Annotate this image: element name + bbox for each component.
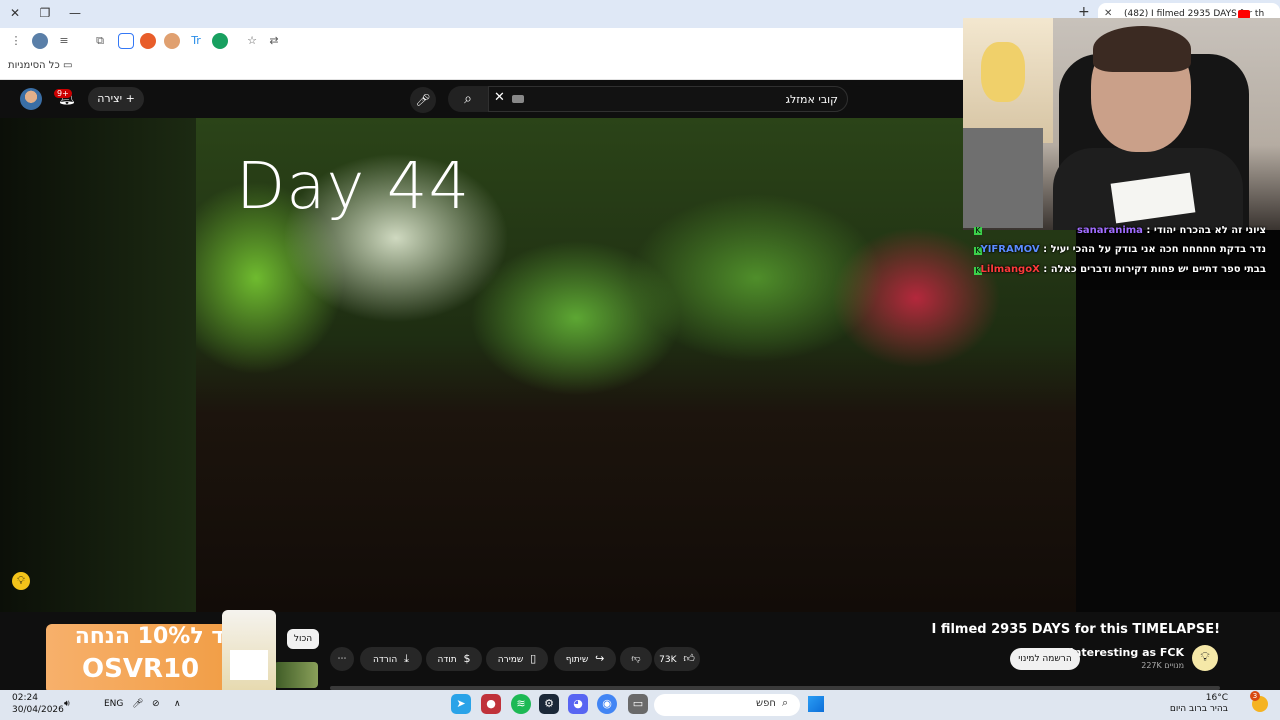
extension-translate-icon[interactable]: Tr: [188, 33, 204, 49]
channel-name[interactable]: Interesting as FCK: [1069, 646, 1184, 659]
red-app-icon[interactable]: ●: [481, 694, 501, 714]
chat-text: נדר בדקת חחחחח חכה אני בודק על ההכי יעיל: [1050, 244, 1266, 255]
extension-green-icon[interactable]: [212, 33, 228, 49]
menu-icon[interactable]: ⋮: [8, 33, 24, 49]
minimize-window-icon[interactable]: —: [64, 4, 86, 22]
download-button[interactable]: הורדה ⤓: [360, 647, 422, 671]
thumbs-down-icon: 👎︎: [631, 654, 641, 664]
site-settings-icon[interactable]: ⇄: [266, 33, 282, 49]
clock[interactable]: 02:24 30/04/2026: [12, 692, 64, 716]
chat-text: ציוני זה לא בהכרח יהודי: [1153, 225, 1266, 236]
search-value: קובי אמזלג: [785, 93, 838, 106]
webcam-person-hair: [1093, 26, 1191, 72]
user-avatar[interactable]: [20, 88, 42, 110]
sponsor-code: OSVR10: [82, 654, 200, 684]
create-button[interactable]: יצירה +: [88, 87, 144, 111]
tray-expand-icon[interactable]: ∧: [174, 699, 181, 709]
chat-message: ציוני זה לא בהכרח יהודי : sanaranima: [1076, 225, 1266, 236]
keyboard-icon[interactable]: [512, 95, 524, 103]
thanks-button[interactable]: תודה $: [426, 647, 482, 671]
webcam-background-bed: [963, 128, 1043, 228]
search-icon: ⌕: [782, 696, 789, 709]
streamer-webcam: [963, 18, 1280, 230]
clock-date: 30/04/2026: [12, 705, 64, 715]
folder-icon: ▭: [62, 60, 73, 71]
chat-username: LilmangoX: [980, 264, 1040, 275]
wall-painting: [963, 18, 1053, 143]
taskbar-search-label: חפש: [756, 698, 776, 709]
chat-message: נדר בדקת חחחחח חכה אני בודק על ההכי יעיל…: [980, 244, 1266, 255]
subscriber-count: 227K מנויים: [1141, 661, 1184, 670]
extension-orange-icon[interactable]: [140, 33, 156, 49]
profile-icon[interactable]: [32, 33, 48, 49]
weather-temperature: 16°C: [1205, 693, 1228, 703]
lightbulb-icon[interactable]: 💡︎: [12, 572, 30, 590]
chat-username: sanaranima: [1076, 225, 1143, 236]
bookmark-icon: ▯: [530, 652, 537, 665]
extension-face-icon[interactable]: [164, 33, 180, 49]
video-ambient-right: [1076, 290, 1280, 612]
chrome-app-icon[interactable]: ◉: [597, 694, 617, 714]
extension-tabs-icon[interactable]: [118, 33, 134, 49]
discord-app-icon[interactable]: ◕: [568, 694, 588, 714]
download-icon: ⤓: [404, 652, 409, 665]
telegram-app-icon[interactable]: ➤: [451, 694, 471, 714]
share-label: שיתוף: [565, 655, 589, 665]
search-button[interactable]: ⌕: [448, 86, 488, 112]
save-label: שמירה: [497, 655, 524, 665]
chat-message: בבתי ספר דתיים יש פחות דקירות ודברים כאל…: [980, 264, 1266, 275]
video-overlay-text: Day 44: [236, 150, 471, 224]
chat-badge-icon: K: [974, 226, 982, 235]
weather-widget[interactable]: 16°C בהיר ברוב היום: [1170, 693, 1228, 715]
plus-icon: +: [125, 92, 135, 105]
filter-chip-all[interactable]: הכול: [287, 629, 319, 649]
all-bookmarks-label: כל הסימניות: [8, 60, 60, 71]
chat-username: YIFRAMOV: [980, 244, 1040, 255]
share-icon: ↪: [595, 652, 605, 665]
clear-search-icon[interactable]: ✕: [494, 90, 505, 105]
perfume-label: [230, 650, 268, 680]
related-video-thumbnail[interactable]: [274, 662, 318, 688]
subscribe-button[interactable]: הרשמה למינוי: [1010, 648, 1080, 670]
reading-list-icon[interactable]: ≡: [56, 33, 72, 49]
screen: ✕ ❐ — + ✕ (482) I filmed 2935 DAYS for t…: [0, 0, 1280, 720]
steam-app-icon[interactable]: ⚙: [539, 694, 559, 714]
more-actions-icon[interactable]: ⋯: [330, 647, 354, 671]
chat-text: בבתי ספר דתיים יש פחות דקירות ודברים כאל…: [1050, 264, 1266, 275]
input-language[interactable]: ENG: [104, 699, 123, 709]
like-button[interactable]: 73K 👍︎: [654, 647, 700, 671]
weather-description: בהיר ברוב היום: [1169, 704, 1228, 714]
volume-icon[interactable]: 🔊︎: [64, 699, 70, 709]
close-window-icon[interactable]: ✕: [4, 4, 26, 22]
microphone-icon[interactable]: 🎤︎: [132, 699, 143, 709]
windows-start-icon[interactable]: [808, 696, 824, 712]
extensions-icon[interactable]: ⧉: [92, 33, 108, 49]
network-off-icon[interactable]: ⊘: [152, 699, 160, 709]
voice-search-icon[interactable]: 🎤︎: [410, 87, 436, 113]
download-label: הורדה: [373, 655, 398, 665]
weather-notification-badge: 3: [1250, 691, 1260, 701]
stream-chat: K ציוני זה לא בהכרח יהודי : sanaranima K…: [966, 222, 1280, 286]
taskbar-search-input[interactable]: [654, 694, 800, 716]
restore-window-icon[interactable]: ❐: [34, 4, 56, 22]
all-bookmarks-link[interactable]: כל הסימניות ▭: [8, 60, 72, 71]
spotify-app-icon[interactable]: ≋: [511, 694, 531, 714]
share-button[interactable]: שיתוף ↪: [554, 647, 616, 671]
thanks-label: תודה: [437, 655, 457, 665]
like-count: 73K: [659, 655, 677, 665]
video-ambient-left: [0, 118, 196, 612]
file-explorer-icon[interactable]: ▭: [628, 694, 648, 714]
bookmark-star-icon[interactable]: ☆: [244, 33, 260, 49]
dislike-button[interactable]: 👎︎: [620, 647, 652, 671]
channel-avatar[interactable]: 💡︎: [1192, 645, 1218, 671]
video-title: I filmed 2935 DAYS for this TIMELAPSE!: [931, 622, 1220, 637]
clock-time: 02:24: [12, 693, 38, 703]
save-button[interactable]: שמירה ▯: [486, 647, 548, 671]
create-label: יצירה: [97, 92, 123, 105]
thumbs-up-icon: 👍︎: [683, 652, 695, 665]
thanks-icon: $: [463, 652, 471, 665]
notifications-badge: 9+: [54, 89, 72, 98]
